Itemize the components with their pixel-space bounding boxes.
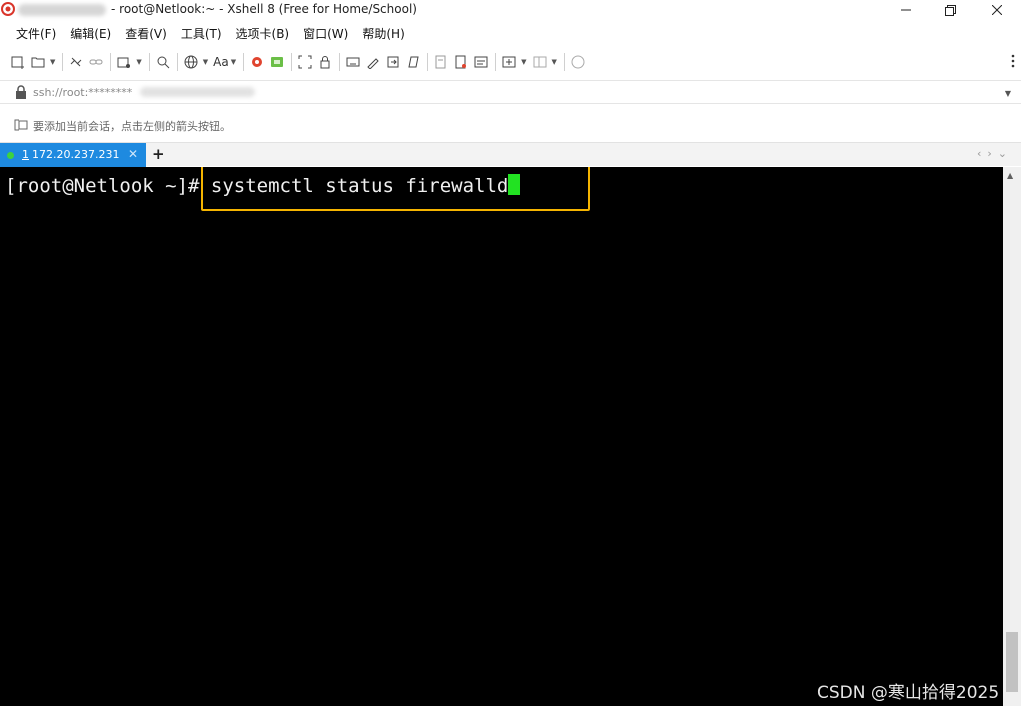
add-tab-icon[interactable]: + [152,145,165,163]
chevron-down-icon[interactable]: ⌄ [998,147,1013,160]
hint-text: 要添加当前会话，点击左侧的箭头按钮。 [33,120,231,133]
connection-status-icon [7,152,14,159]
chevron-down-icon[interactable]: ▼ [203,58,208,66]
menu-tab[interactable]: 选项卡(B) [236,25,290,42]
chevron-right-icon[interactable]: › [987,147,997,160]
menu-help[interactable]: 帮助(H) [362,25,404,42]
terminal[interactable]: [root@Netlook ~]# systemctl status firew… [0,167,1003,706]
send-icon[interactable] [385,54,401,70]
session-hint-bar: 要添加当前会话，点击左侧的箭头按钮。 [0,113,1021,137]
compose-icon[interactable] [365,54,381,70]
font-button[interactable]: Aa [213,55,229,69]
more-options-icon[interactable] [1011,54,1015,68]
toolbar-divider [495,53,497,71]
tab-close-icon[interactable]: ✕ [128,147,138,161]
menu-window[interactable]: 窗口(W) [303,25,348,42]
title-bar: - root@Netlook:~ - Xshell 8 (Free for Ho… [0,0,1021,20]
search-icon[interactable] [155,54,171,70]
disconnect-icon[interactable] [68,54,84,70]
scrollbar-thumb[interactable] [1006,632,1018,692]
command-highlight-box [201,167,590,211]
minimize-icon [901,9,911,11]
menu-tools[interactable]: 工具(T) [181,25,222,42]
menu-file[interactable]: 文件(F) [16,25,56,42]
add-layout-icon[interactable] [501,54,517,70]
chevron-down-icon[interactable]: ▼ [231,58,236,66]
tab-session[interactable]: 1 172.20.237.231 ✕ [0,143,146,167]
transfer-icon[interactable] [453,54,469,70]
add-session-icon[interactable] [14,118,28,132]
chevron-down-icon[interactable]: ▼ [552,58,557,66]
toolbar-divider [243,53,245,71]
scroll-up-icon[interactable]: ▲ [1007,171,1013,180]
tab-bar: 1 172.20.237.231 ✕ + ‹›⌄ [0,142,1021,167]
split-view-icon[interactable] [532,54,548,70]
restore-icon [944,4,956,16]
compose-bar-icon[interactable] [473,54,489,70]
toolbar-divider [291,53,293,71]
toolbar-divider [427,53,429,71]
watermark: CSDN @寒山拾得2025 [817,683,1000,703]
tab-number: 1 [22,148,29,161]
toolbar-divider [62,53,64,71]
chevron-down-icon[interactable]: ▼ [136,58,141,66]
open-folder-icon[interactable] [30,54,46,70]
toolbar-divider [110,53,112,71]
toolbar-divider [148,53,150,71]
new-session-icon[interactable] [10,54,26,70]
globe-icon[interactable] [183,54,199,70]
tab-navigation: ‹›⌄ [977,147,1013,160]
chevron-down-icon[interactable]: ▼ [521,58,526,66]
menu-bar: 文件(F) 编辑(E) 查看(V) 工具(T) 选项卡(B) 窗口(W) 帮助(… [0,22,1021,44]
window-title: - root@Netlook:~ - Xshell 8 (Free for Ho… [111,2,417,16]
fullscreen-icon[interactable] [297,54,313,70]
menu-edit[interactable]: 编辑(E) [70,25,111,42]
minimize-button[interactable] [884,0,928,20]
script-icon[interactable] [405,54,421,70]
blurred-session-name [18,4,106,16]
log-icon[interactable] [433,54,449,70]
keyboard-icon[interactable] [345,54,361,70]
new-tab-icon[interactable] [116,54,132,70]
chevron-left-icon[interactable]: ‹ [977,147,987,160]
xshell-green-icon[interactable] [269,54,285,70]
toolbar-divider [339,53,341,71]
lock-icon[interactable] [317,54,333,70]
tab-label: 172.20.237.231 [32,148,120,161]
chevron-down-icon[interactable]: ▼ [1005,89,1011,98]
address-bar: ▼ [0,80,1021,104]
chat-icon[interactable] [570,54,586,70]
terminal-prompt: [root@Netlook ~] [5,175,189,197]
chevron-down-icon[interactable]: ▼ [50,58,55,66]
xshell-logo-icon [1,2,15,16]
menu-view[interactable]: 查看(V) [125,25,167,42]
toolbar: ▼ ▼ ▼ Aa ▼ ▼ ▼ [0,50,1021,74]
terminal-scrollbar[interactable]: ▲ [1003,167,1021,706]
toolbar-divider [563,53,565,71]
close-button[interactable] [975,0,1019,20]
restore-button[interactable] [928,0,972,20]
blurred-host [140,87,255,97]
toolbar-divider [176,53,178,71]
lock-icon [16,85,26,99]
link-icon[interactable] [88,54,104,70]
close-icon [992,5,1002,15]
xftp-icon[interactable] [249,54,265,70]
